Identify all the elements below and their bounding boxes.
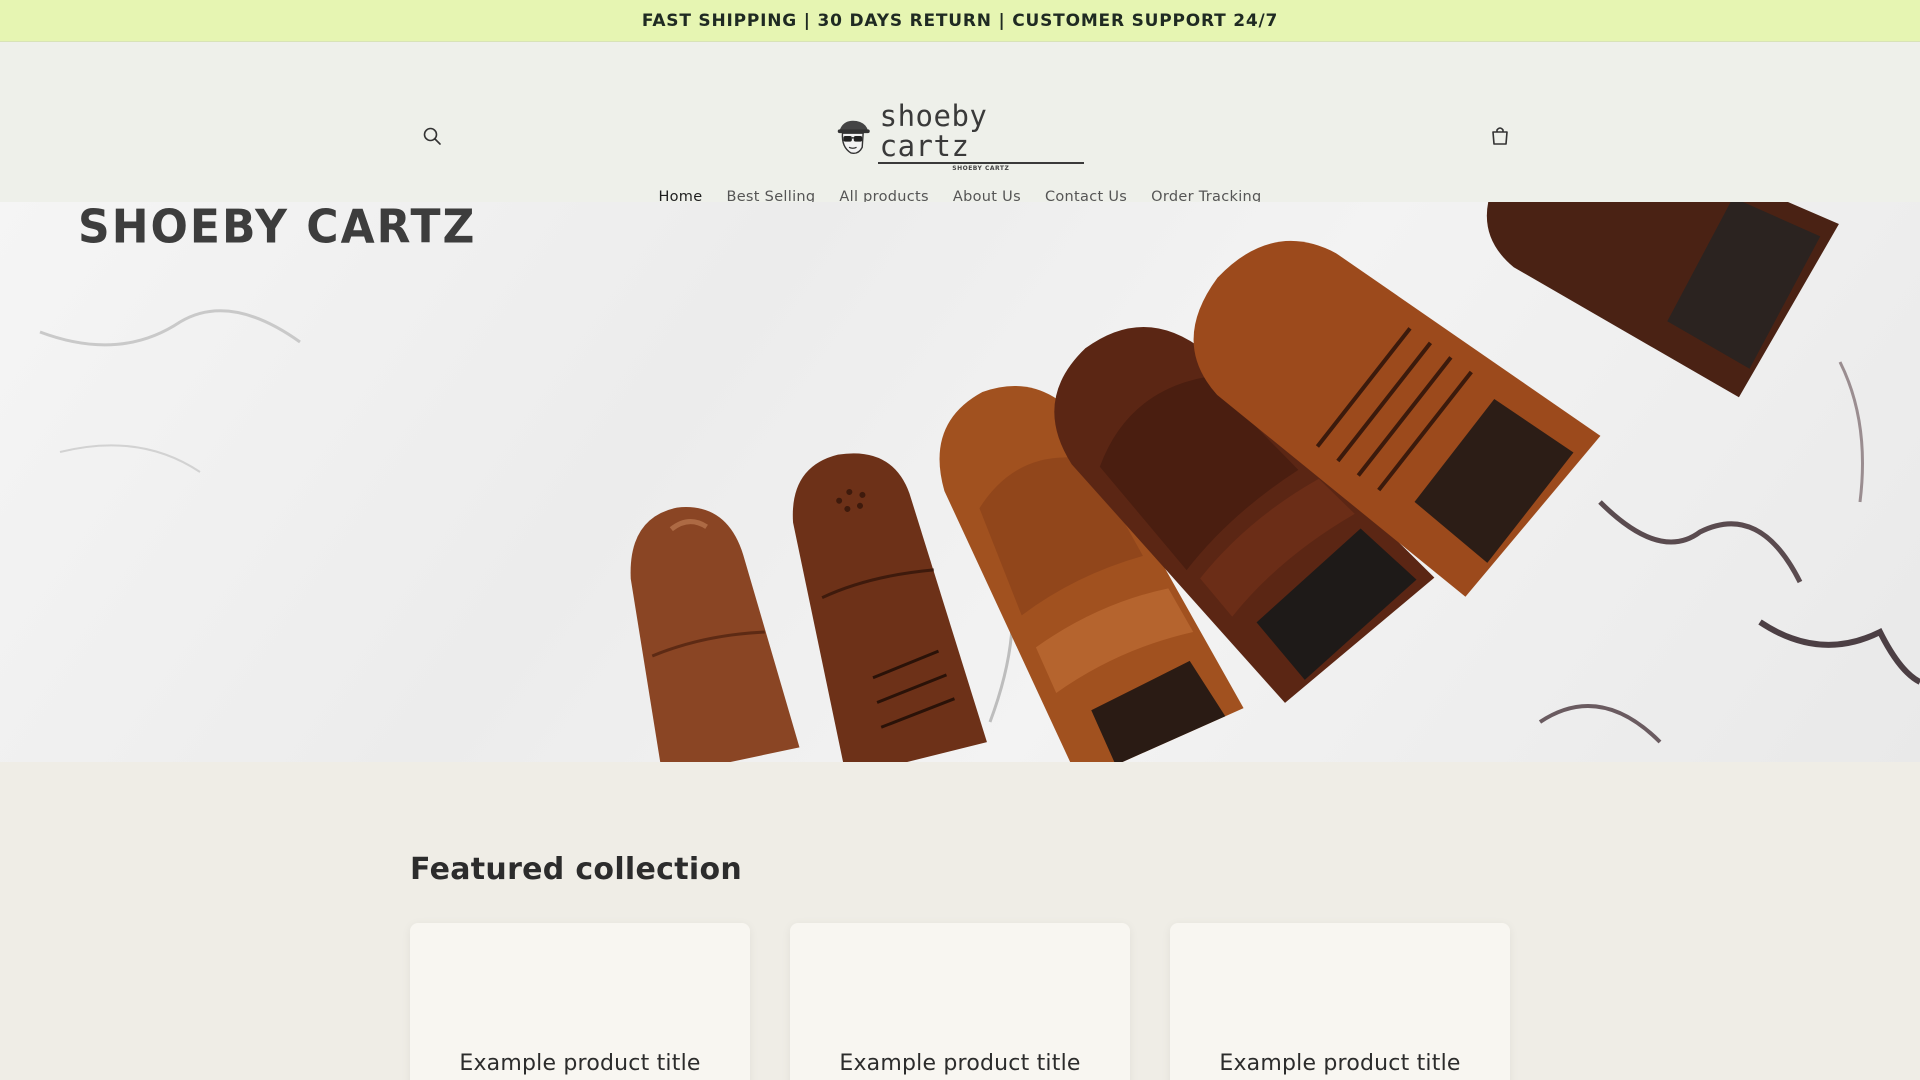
search-button[interactable] bbox=[416, 120, 448, 152]
product-title[interactable]: Example product title bbox=[1170, 1051, 1510, 1076]
logo-subtext: SHOEBY CARTZ bbox=[952, 164, 1010, 172]
logo-name: shoeby cartz bbox=[877, 101, 1084, 164]
site-header: shoeby cartz SHOEBY CARTZ Home Best Sell… bbox=[0, 42, 1920, 205]
product-card[interactable]: Example product title bbox=[1170, 923, 1510, 1080]
product-card[interactable]: Example product title bbox=[410, 923, 750, 1080]
hero-banner[interactable]: SHOEBY CARTZ bbox=[0, 202, 1920, 762]
hero-image bbox=[39, 202, 1920, 762]
announcement-bar: FAST SHIPPING | 30 DAYS RETURN | CUSTOME… bbox=[0, 0, 1920, 42]
product-title[interactable]: Example product title bbox=[410, 1051, 750, 1076]
cart-button[interactable] bbox=[1484, 120, 1516, 152]
logo-mascot-icon bbox=[837, 120, 870, 154]
search-icon bbox=[423, 127, 441, 145]
announcement-text: FAST SHIPPING | 30 DAYS RETURN | CUSTOME… bbox=[641, 10, 1279, 31]
featured-collection: Featured collection Example product titl… bbox=[0, 762, 1920, 1080]
hero-brand-text: SHOEBY CARTZ bbox=[78, 202, 477, 255]
product-card[interactable]: Example product title bbox=[790, 923, 1130, 1080]
product-title[interactable]: Example product title bbox=[790, 1051, 1130, 1076]
site-logo[interactable]: shoeby cartz SHOEBY CARTZ bbox=[834, 101, 1084, 172]
cart-icon bbox=[1492, 127, 1508, 145]
featured-title: Featured collection bbox=[410, 852, 743, 887]
